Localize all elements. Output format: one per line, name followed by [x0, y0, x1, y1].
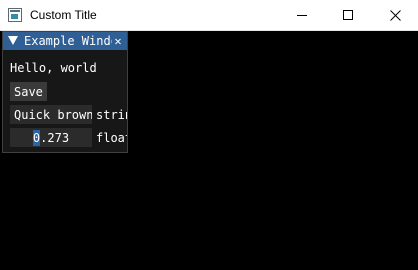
close-icon	[389, 9, 401, 21]
minimize-icon	[296, 14, 307, 16]
maximize-button[interactable]	[325, 0, 371, 30]
minimize-button[interactable]	[279, 0, 325, 30]
float-input[interactable]: 0.273	[10, 128, 92, 147]
panel-close-button[interactable]: ✕	[111, 33, 125, 49]
example-panel: Example Window ✕ Hello, world Save Quick…	[2, 31, 128, 153]
panel-title: Example Window	[24, 34, 112, 48]
triangle-down-icon[interactable]	[8, 36, 18, 45]
panel-titlebar[interactable]: Example Window ✕	[3, 32, 127, 50]
float-input-selected: 0	[32, 129, 41, 146]
window-title: Custom Title	[30, 8, 97, 22]
window-titlebar[interactable]: Custom Title	[0, 0, 418, 31]
close-button[interactable]	[372, 0, 418, 30]
string-input-value: Quick brown fox	[14, 107, 92, 122]
hello-text: Hello, world	[10, 61, 97, 75]
maximize-icon	[342, 9, 353, 20]
app-icon	[8, 8, 22, 22]
float-input-label: float	[96, 131, 127, 145]
app-window: Custom Title Example Window ✕ Hell	[0, 0, 418, 270]
close-x-icon: ✕	[114, 34, 122, 48]
string-input-label: string	[96, 108, 127, 122]
float-input-value: .273	[40, 130, 70, 145]
string-input[interactable]: Quick brown fox	[10, 105, 92, 124]
save-button[interactable]: Save	[10, 82, 47, 101]
